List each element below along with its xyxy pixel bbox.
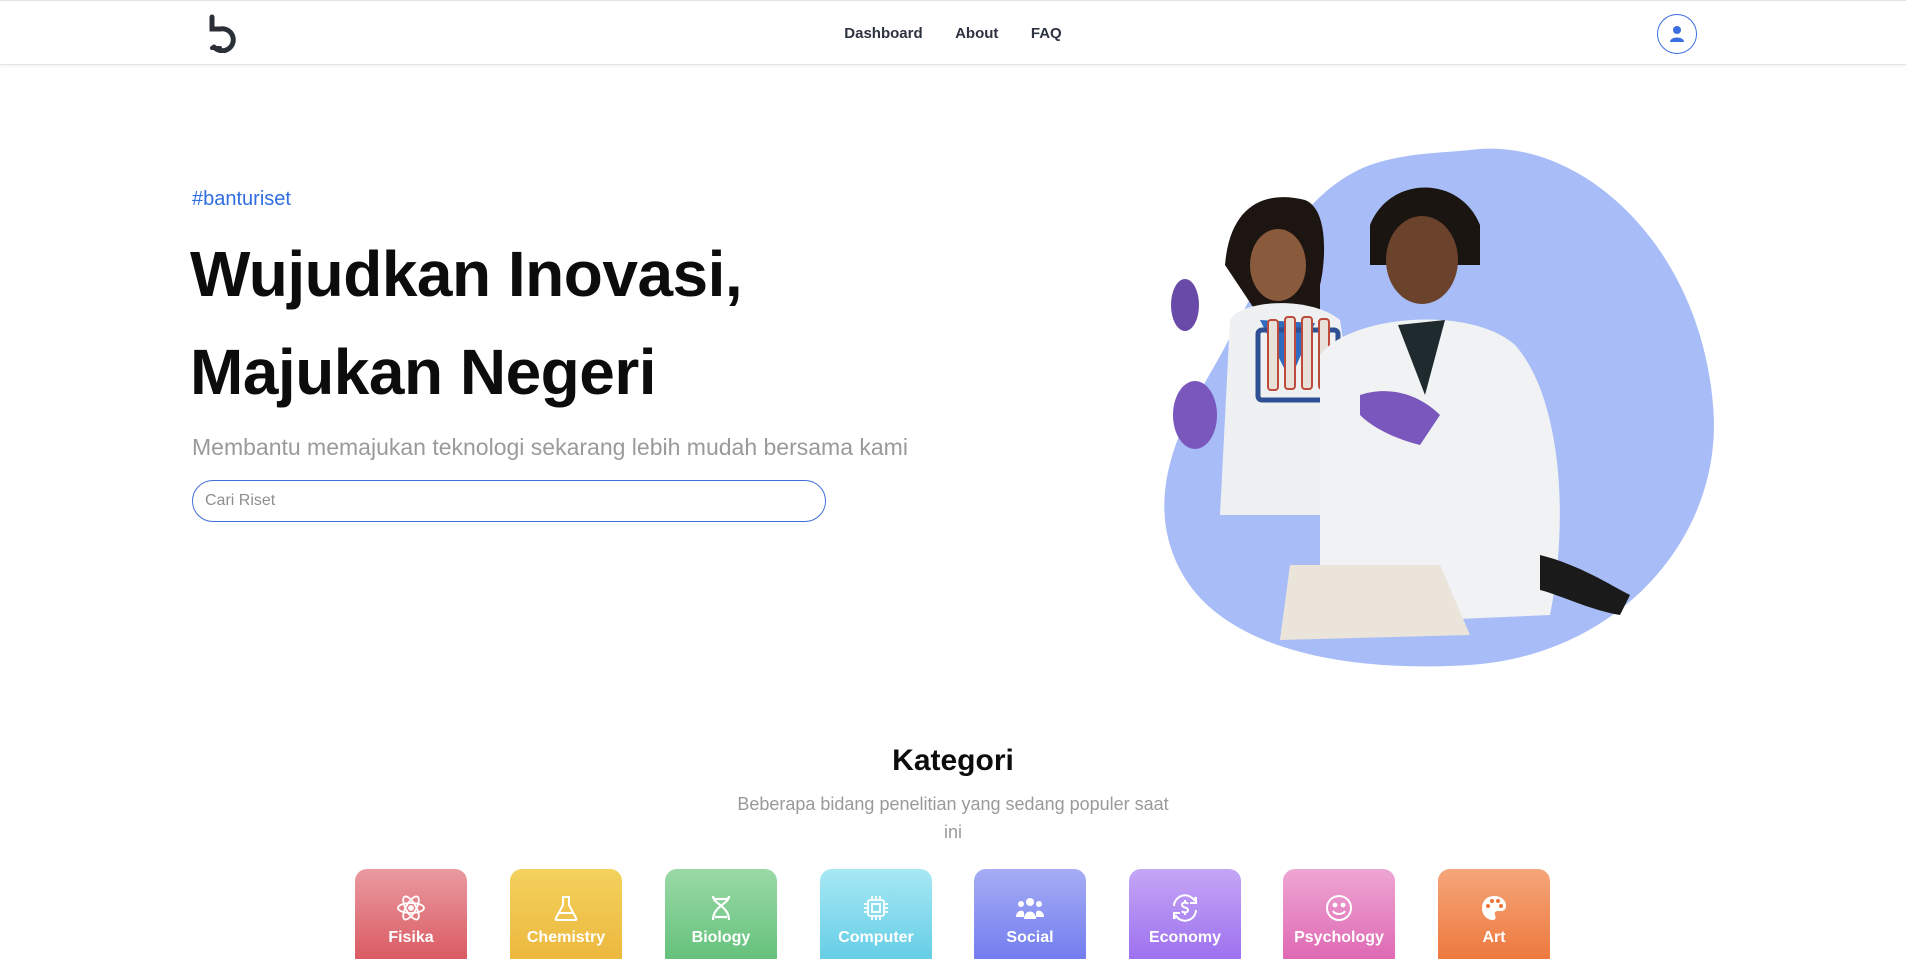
category-label: Chemistry xyxy=(526,929,606,946)
category-label: Psychology xyxy=(1294,929,1384,946)
chip-icon xyxy=(861,893,891,923)
hero-hashtag: #banturiset xyxy=(192,188,291,210)
top-navbar: Dashboard About FAQ xyxy=(0,0,1906,65)
category-title: Kategori xyxy=(892,744,1014,777)
category-card-economy[interactable]: Economy xyxy=(1129,869,1241,959)
flask-icon xyxy=(551,893,581,923)
hero-subtitle: Membantu memajukan teknologi sekarang le… xyxy=(192,434,908,460)
category-card-chemistry[interactable]: Chemistry xyxy=(510,869,622,959)
user-icon xyxy=(1670,26,1684,42)
category-subtitle: Beberapa bidang penelitian yang sedang p… xyxy=(737,794,1169,842)
nav-link-about[interactable]: About xyxy=(955,25,998,42)
category-card-biology[interactable]: Biology xyxy=(665,869,777,959)
atom-icon xyxy=(396,893,426,923)
user-avatar-button[interactable] xyxy=(1657,14,1697,54)
category-label: Computer xyxy=(838,929,914,946)
nav-link-dashboard[interactable]: Dashboard xyxy=(844,25,922,42)
hero-illustration xyxy=(1164,148,1714,667)
category-label: Fisika xyxy=(388,929,434,946)
category-card-social[interactable]: Social xyxy=(974,869,1086,959)
category-label: Social xyxy=(1006,929,1054,946)
palette-icon xyxy=(1479,893,1509,923)
category-card-psychology[interactable]: Psychology xyxy=(1283,869,1395,959)
search-input[interactable] xyxy=(192,480,826,522)
category-card-fisika[interactable]: Fisika xyxy=(355,869,467,959)
people-icon xyxy=(1015,893,1045,923)
category-label: Economy xyxy=(1148,929,1221,946)
nav-link-faq[interactable]: FAQ xyxy=(1031,25,1062,42)
dna-icon xyxy=(706,893,736,923)
category-card-art[interactable]: Art xyxy=(1438,869,1550,959)
category-label: Art xyxy=(1482,929,1506,946)
nav-links: Dashboard About FAQ xyxy=(0,25,1906,43)
hero-title: Wujudkan Inovasi, Majukan Negeri xyxy=(190,238,743,408)
currency-exchange-icon xyxy=(1170,893,1200,923)
category-card-computer[interactable]: Computer xyxy=(820,869,932,959)
category-label: Biology xyxy=(691,929,751,946)
smile-icon xyxy=(1324,893,1354,923)
